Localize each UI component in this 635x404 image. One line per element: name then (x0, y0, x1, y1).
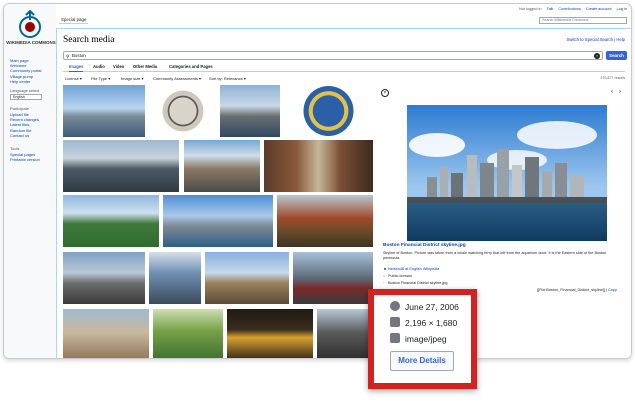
file-description: Skyline of Boston. Picture was taken fro… (383, 251, 607, 260)
filter-image-size[interactable]: Image size ▾ (121, 76, 143, 81)
result-thumb-harbor[interactable] (163, 195, 273, 247)
highlight-callout: June 27, 2006 2,196 × 1,680 image/jpeg M… (368, 289, 477, 389)
result-count: 370,877 results (600, 76, 625, 80)
commons-logo-icon[interactable] (12, 10, 48, 40)
author-link[interactable]: Nelson48 at English Wikipedia (388, 267, 439, 271)
license-row: ○ Public domain (383, 274, 412, 278)
tab-video[interactable]: Video (113, 64, 124, 69)
language-select[interactable]: English (10, 94, 42, 100)
top-nav: Special page Not logged in Talk Contribu… (56, 4, 631, 28)
result-thumb-skyline-3[interactable] (63, 140, 179, 192)
filter-community-assessments[interactable]: Community Assessments ▾ (153, 76, 201, 81)
file-dimensions: 2,196 × 1,680 (405, 318, 458, 328)
search-icon: ⚲ (66, 54, 70, 59)
talk-link[interactable]: Talk (547, 7, 554, 11)
tab-special-page[interactable]: Special page (59, 16, 89, 24)
file-preview-image[interactable] (407, 105, 607, 241)
filter-file-type[interactable]: File Type ▾ (91, 76, 110, 81)
result-thumb-skyline-1[interactable] (63, 85, 145, 137)
tab-audio[interactable]: Audio (93, 64, 105, 69)
browser-frame: WIKIMEDIA COMMONS Main page Welcome Comm… (3, 3, 632, 359)
file-date: June 27, 2006 (405, 302, 459, 312)
dimensions-row: 2,196 × 1,680 (390, 317, 457, 328)
personal-tools: Not logged in Talk Contributions Create … (515, 7, 627, 11)
language-header: Language select (10, 88, 40, 93)
main-content: Search media Switch to Special:Search | … (56, 28, 631, 358)
create-account-link[interactable]: Create account (586, 7, 612, 11)
logo-text: WIKIMEDIA COMMONS (6, 40, 56, 45)
switch-to-special-search-link[interactable]: Switch to Special:Search | Help (567, 37, 625, 42)
sidebar-nav: Main page Welcome Community portal Villa… (10, 58, 54, 84)
nav-arrows: ‹› (611, 89, 627, 95)
prev-arrow-icon[interactable]: ‹ (611, 89, 619, 95)
result-thumb-seal-blue[interactable] (284, 85, 373, 137)
sidebar-item-help-center[interactable]: Help center (10, 79, 54, 84)
result-thumb-station[interactable] (63, 309, 149, 358)
result-thumb-street[interactable] (264, 140, 373, 192)
result-thumb-downtown[interactable] (63, 252, 145, 304)
search-query: Boston (72, 53, 86, 58)
result-thumb-market[interactable] (293, 252, 373, 304)
wikitext-text: [[File:Boston_Financial_District_skyline… (537, 288, 605, 292)
result-thumb-collage[interactable] (149, 252, 201, 304)
file-mime: image/jpeg (405, 334, 447, 344)
filename-text: Boston Financial District skyline.jpg (388, 281, 448, 285)
mime-row: image/jpeg (390, 333, 447, 344)
camera-icon (390, 317, 400, 327)
file-icon (390, 333, 400, 343)
contributions-link[interactable]: Contributions (558, 7, 580, 11)
login-link[interactable]: Log in (617, 7, 627, 11)
sidebar-item-contact[interactable]: Contact us (10, 133, 54, 138)
result-thumb-buildings[interactable] (205, 252, 289, 304)
result-thumb-skyline-2[interactable] (220, 85, 280, 137)
sort-by[interactable]: Sort by: Relevance ▾ (209, 76, 246, 81)
filter-bar: License ▾ File Type ▾ Image size ▾ Commu… (63, 75, 625, 83)
copy-link[interactable]: Copy (608, 288, 617, 292)
clock-icon (390, 301, 400, 311)
tab-categories-pages[interactable]: Categories and Pages (169, 64, 213, 69)
search-button[interactable]: Search (606, 51, 627, 60)
page-title: Search media (63, 35, 115, 45)
more-details-button[interactable]: More Details (390, 351, 454, 371)
file-title-link[interactable]: Boston Financial District skyline.jpg (383, 243, 466, 248)
result-thumb-fenway[interactable] (63, 195, 159, 247)
result-thumb-cityscape[interactable] (184, 140, 260, 192)
result-thumb-autumn[interactable] (277, 195, 373, 247)
results-grid (63, 85, 373, 358)
tab-images[interactable]: Images (69, 64, 84, 72)
not-logged-in-text: Not logged in (519, 7, 542, 11)
sidebar-participate: Participate Upload file Recent changes L… (10, 106, 54, 138)
tab-other-media[interactable]: Other Media (133, 64, 157, 69)
sidebar: WIKIMEDIA COMMONS Main page Welcome Comm… (4, 4, 56, 358)
author-row: ☻Nelson48 at English Wikipedia (383, 267, 439, 271)
media-type-tabs: Images Audio Video Other Media Categorie… (63, 63, 625, 72)
sidebar-language: Language select English (10, 88, 54, 100)
filter-license[interactable]: License ▾ (65, 76, 82, 81)
media-search-input[interactable]: ⚲ Boston × (63, 51, 603, 60)
result-thumb-sign[interactable] (227, 309, 313, 358)
sidebar-item-printable[interactable]: Printable version (10, 157, 54, 162)
result-thumb-seal-grey[interactable] (150, 85, 216, 137)
site-search-input[interactable]: Search Wikimedia Commons (539, 17, 627, 24)
next-arrow-icon[interactable]: › (619, 89, 627, 95)
sidebar-tools: Tools Special pages Printable version (10, 146, 54, 162)
result-thumb-statue[interactable] (317, 309, 373, 358)
filename-row: ▫ Boston Financial District skyline.jpg (383, 281, 448, 285)
clear-icon[interactable]: × (594, 53, 600, 59)
date-row: June 27, 2006 (390, 301, 459, 312)
tools-header: Tools (10, 146, 20, 151)
participate-header: Participate (10, 106, 29, 111)
wikitext-row: [[File:Boston_Financial_District_skyline… (537, 288, 617, 292)
result-thumb-willow[interactable] (153, 309, 223, 358)
license-text: Public domain (388, 274, 412, 278)
close-icon[interactable]: × (381, 89, 389, 97)
